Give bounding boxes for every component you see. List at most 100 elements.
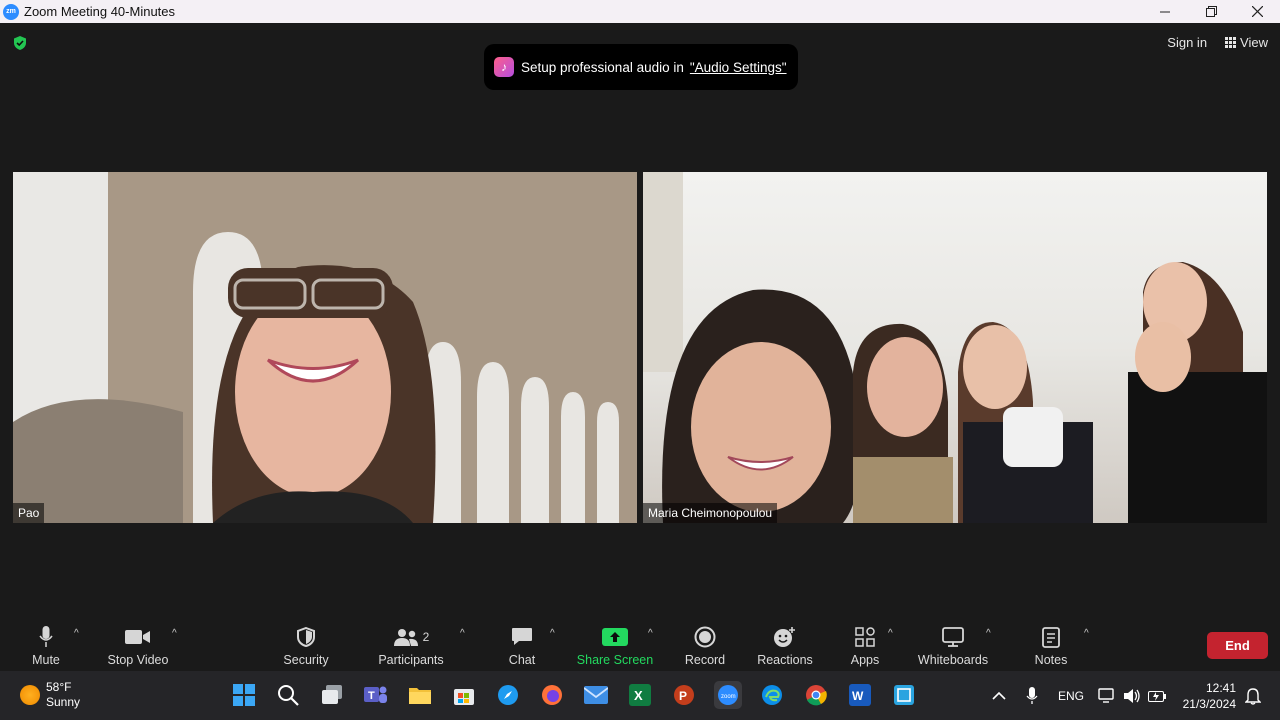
taskbar-clock[interactable]: 12:41 21/3/2024: [1183, 680, 1236, 712]
share-screen-icon: [602, 628, 628, 646]
audio-settings-link[interactable]: "Audio Settings": [690, 60, 787, 75]
mute-label: Mute: [32, 653, 60, 667]
whiteboards-options-caret[interactable]: ^: [986, 628, 991, 639]
top-right-controls: Sign in View: [1167, 35, 1268, 50]
chat-options-caret[interactable]: ^: [550, 628, 555, 639]
encryption-shield-icon[interactable]: [12, 35, 28, 51]
clock-time: 12:41: [1205, 681, 1236, 695]
video-options-caret[interactable]: ^: [172, 628, 177, 639]
sunny-weather-icon: [20, 685, 40, 705]
show-hidden-icons-button[interactable]: [992, 671, 1006, 720]
stop-video-button[interactable]: Stop Video: [104, 620, 172, 671]
word-button[interactable]: W: [846, 681, 874, 709]
apps-icon: [855, 627, 875, 647]
close-icon: [1251, 6, 1263, 17]
excel-button[interactable]: X: [626, 681, 654, 709]
whiteboard-icon: [942, 627, 964, 647]
video-camera-icon: [125, 630, 150, 644]
speaker-icon: [1124, 688, 1140, 703]
security-button[interactable]: Security: [281, 620, 331, 671]
grid-view-icon: [1225, 37, 1237, 48]
window-titlebar: zm Zoom Meeting 40-Minutes: [0, 0, 1280, 23]
mute-button[interactable]: Mute: [24, 620, 68, 671]
record-button[interactable]: Record: [682, 620, 728, 671]
teams-icon: T: [364, 686, 387, 703]
svg-text:X: X: [634, 688, 643, 703]
restore-button[interactable]: [1188, 0, 1234, 23]
powerpoint-icon: P: [674, 685, 694, 705]
microphone-tray-button[interactable]: [1026, 671, 1038, 720]
view-button[interactable]: View: [1225, 35, 1268, 50]
weather-temperature: 58°F: [46, 680, 72, 694]
toast-message: Setup professional audio in: [521, 59, 684, 75]
minimize-icon: [1160, 11, 1170, 12]
window-title: Zoom Meeting 40-Minutes: [24, 4, 176, 19]
security-shield-icon: [297, 627, 315, 647]
share-options-caret[interactable]: ^: [648, 628, 653, 639]
teams-app-button[interactable]: T: [362, 681, 390, 709]
svg-text:P: P: [679, 689, 687, 703]
view-label: View: [1240, 35, 1268, 50]
battery-tray-button[interactable]: [1148, 671, 1166, 720]
whiteboards-button[interactable]: Whiteboards: [916, 620, 990, 671]
video-tile-pao[interactable]: Pao: [13, 172, 637, 523]
participants-options-caret[interactable]: ^: [460, 628, 465, 639]
apps-button[interactable]: Apps: [848, 620, 882, 671]
word-icon: W: [849, 684, 871, 706]
chat-button[interactable]: Chat: [504, 620, 540, 671]
windows-logo-icon: [233, 684, 255, 706]
end-meeting-button[interactable]: End: [1207, 632, 1268, 659]
safari-like-app-button[interactable]: [494, 681, 522, 709]
zoom-app-icon: zm: [3, 3, 19, 20]
reactions-button[interactable]: Reactions: [756, 620, 814, 671]
mail-envelope-icon: [584, 686, 608, 704]
volume-tray-button[interactable]: [1123, 671, 1141, 720]
participants-icon: [393, 629, 418, 646]
language-indicator[interactable]: ENG: [1058, 671, 1084, 720]
apps-label: Apps: [850, 653, 880, 667]
participants-label: Participants: [378, 653, 444, 667]
calculator-like-app-button[interactable]: [890, 681, 918, 709]
weather-widget[interactable]: 58°F Sunny: [20, 680, 80, 710]
stop-video-label: Stop Video: [107, 653, 169, 667]
edge-button[interactable]: [758, 681, 786, 709]
notifications-button[interactable]: [1245, 671, 1261, 720]
microsoft-store-button[interactable]: [450, 681, 478, 709]
notes-label: Notes: [1034, 653, 1068, 667]
file-explorer-button[interactable]: [406, 681, 434, 709]
taskbar-search-button[interactable]: [274, 681, 302, 709]
security-label: Security: [283, 653, 329, 667]
share-screen-button[interactable]: Share Screen: [576, 620, 654, 671]
apps-options-caret[interactable]: ^: [888, 628, 893, 639]
chevron-up-icon: [992, 691, 1006, 700]
start-button[interactable]: [230, 681, 258, 709]
audio-options-caret[interactable]: ^: [74, 628, 79, 639]
video-feed-image: [13, 172, 637, 523]
network-icon: [1098, 687, 1114, 703]
notes-icon: [1042, 627, 1060, 648]
reactions-smiley-icon: [774, 627, 795, 647]
firefox-button[interactable]: [538, 681, 566, 709]
chrome-button[interactable]: [802, 681, 830, 709]
microphone-icon: [39, 626, 53, 647]
share-screen-label: Share Screen: [576, 653, 654, 667]
participants-button[interactable]: 2 Participants: [376, 620, 446, 671]
notes-button[interactable]: Notes: [1031, 620, 1071, 671]
video-feed-image: [643, 172, 1267, 523]
minimize-button[interactable]: [1142, 0, 1188, 23]
meeting-toolbar: Mute ^ Stop Video ^ Security 2 Participa…: [0, 620, 1280, 671]
video-tile-maria[interactable]: Maria Cheimonopoulou: [643, 172, 1267, 523]
notification-bell-icon: [1245, 687, 1261, 705]
music-note-icon: ♪: [494, 57, 514, 77]
sign-in-button[interactable]: Sign in: [1167, 35, 1207, 50]
notes-options-caret[interactable]: ^: [1084, 628, 1089, 639]
task-view-button[interactable]: [318, 681, 346, 709]
microphone-tray-icon: [1026, 686, 1038, 704]
weather-description: Sunny: [46, 695, 81, 709]
participants-count: 2: [422, 630, 430, 644]
network-tray-button[interactable]: [1098, 671, 1116, 720]
powerpoint-button[interactable]: P: [670, 681, 698, 709]
zoom-taskbar-button[interactable]: zoom: [714, 681, 742, 709]
close-button[interactable]: [1234, 0, 1280, 23]
mail-button[interactable]: [582, 681, 610, 709]
